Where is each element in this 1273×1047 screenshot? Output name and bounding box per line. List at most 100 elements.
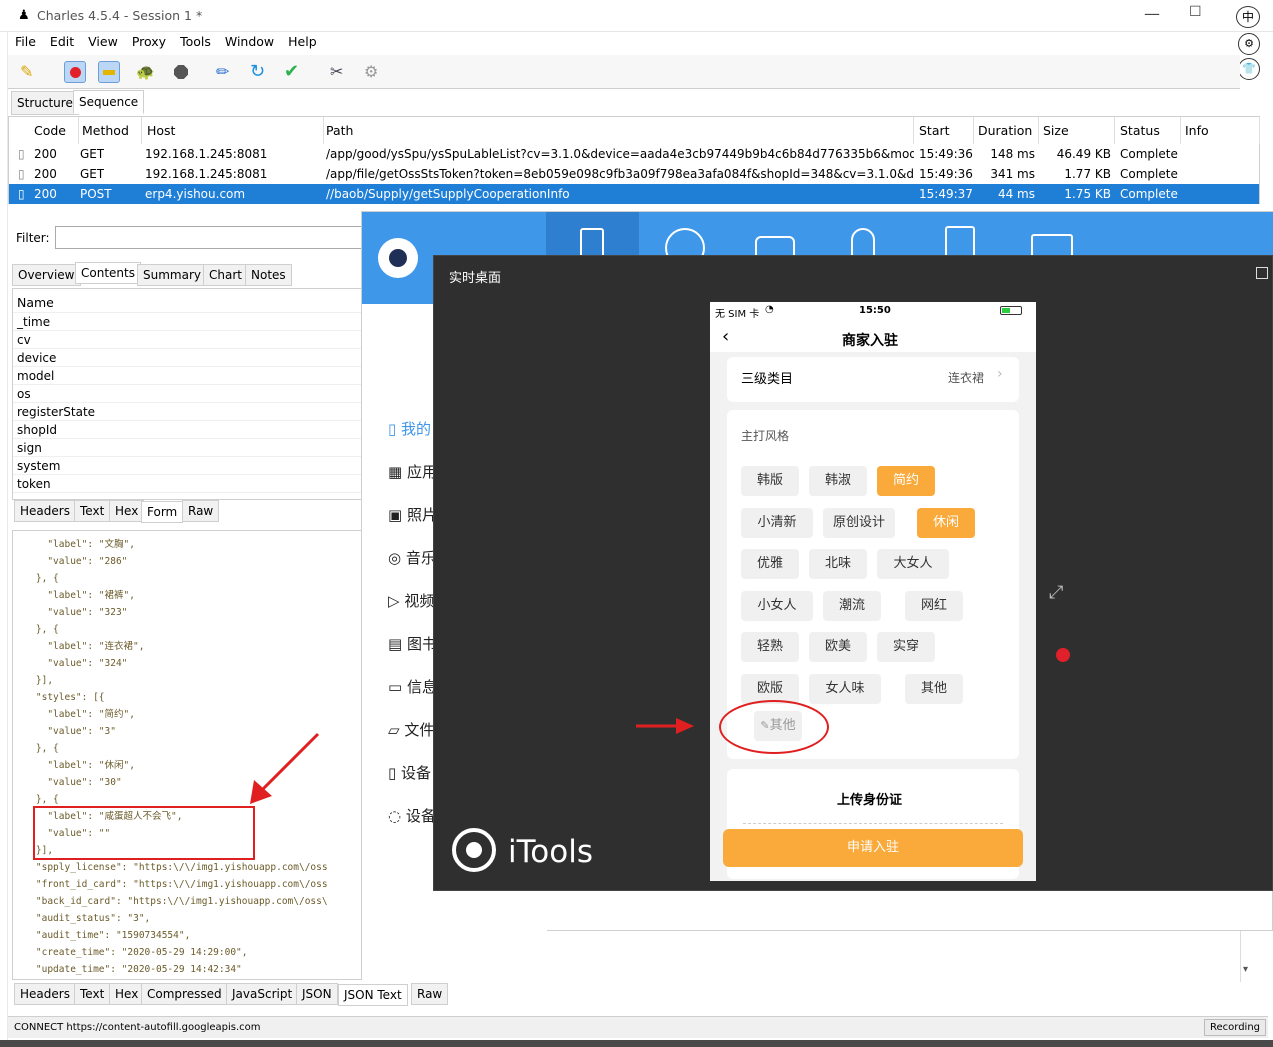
tools-icon[interactable]: ✂ <box>330 61 352 83</box>
sidebar-item-files[interactable]: ▱ 文件 <box>388 715 434 745</box>
sidebar-item-music[interactable]: ◎ 音乐 <box>388 543 436 573</box>
tab-chart[interactable]: Chart <box>203 264 248 286</box>
style-chip[interactable]: 欧美 <box>809 632 867 662</box>
list-item[interactable]: shopId <box>13 421 361 439</box>
style-chip[interactable]: 小女人 <box>741 591 813 621</box>
list-item[interactable]: _time <box>13 313 361 331</box>
tab-req-headers[interactable]: Headers <box>14 500 76 522</box>
device-icon[interactable] <box>580 228 604 258</box>
style-chip[interactable]: 小清新 <box>741 508 813 538</box>
column-header-path[interactable]: Path <box>321 117 914 144</box>
tab-req-text[interactable]: Text <box>74 500 111 522</box>
column-header-start[interactable]: Start <box>914 117 974 144</box>
menu-edit[interactable]: Edit <box>43 32 81 49</box>
tab-res-json-text[interactable]: JSON Text <box>338 984 408 1006</box>
apply-button[interactable]: 申请入驻 <box>723 829 1023 867</box>
menu-proxy[interactable]: Proxy <box>125 32 173 49</box>
list-item[interactable]: system <box>13 457 361 475</box>
tab-res-compressed[interactable]: Compressed <box>141 983 228 1005</box>
list-item[interactable]: registerState <box>13 403 361 421</box>
column-header-method[interactable]: Method <box>77 117 142 144</box>
throttle-icon[interactable] <box>98 61 120 83</box>
scroll-down-icon[interactable]: ▾ <box>1243 964 1248 975</box>
column-header-code[interactable]: Code <box>29 117 79 144</box>
record-icon[interactable] <box>64 61 86 83</box>
tab-res-text[interactable]: Text <box>74 983 111 1005</box>
style-chip[interactable]: 韩淑 <box>809 466 867 496</box>
shirt-circle-icon[interactable]: 👕 <box>1238 58 1260 80</box>
style-chip[interactable]: 其他 <box>905 674 963 704</box>
style-chip[interactable]: 女人味 <box>809 674 881 704</box>
list-item[interactable]: device <box>13 349 361 367</box>
style-chip[interactable]: 韩版 <box>741 466 799 496</box>
menu-help[interactable]: Help <box>281 32 324 49</box>
sidebar-item-mine[interactable]: ▯ 我的 <box>388 414 431 444</box>
table-row[interactable]: ▯ 200 GET 192.168.1.245:8081 /app/file/g… <box>9 164 1259 184</box>
settings-circle-icon[interactable]: ⚙ <box>1238 33 1260 55</box>
list-item[interactable]: model <box>13 367 361 385</box>
tab-structure[interactable]: Structure <box>11 91 79 115</box>
tab-res-json[interactable]: JSON <box>296 983 338 1005</box>
sidebar-item-apps[interactable]: ▦ 应用 <box>388 457 437 487</box>
category-row[interactable]: 三级类目 连衣裙 › <box>727 357 1019 402</box>
style-chip[interactable]: 轻熟 <box>741 632 799 662</box>
style-chip[interactable]: 潮流 <box>823 591 881 621</box>
tab-res-headers[interactable]: Headers <box>14 983 76 1005</box>
menu-view[interactable]: View <box>81 32 125 49</box>
style-chip[interactable]: 优雅 <box>741 549 799 579</box>
minimize-button[interactable]: — <box>1144 4 1160 23</box>
tab-res-hex[interactable]: Hex <box>109 983 145 1005</box>
tab-notes[interactable]: Notes <box>245 264 292 286</box>
stop-icon[interactable] <box>170 61 192 83</box>
list-item[interactable]: token <box>13 475 361 493</box>
table-row[interactable]: ▯ 200 GET 192.168.1.245:8081 /app/good/y… <box>9 144 1259 164</box>
column-header-host[interactable]: Host <box>142 117 324 144</box>
sidebar-item-photos[interactable]: ▣ 照片 <box>388 500 437 530</box>
sidebar-item-device-b[interactable]: ◌ 设备 <box>388 801 436 831</box>
style-chip[interactable]: 原创设计 <box>823 508 895 538</box>
scrollbar[interactable]: ▾ <box>1240 930 1254 982</box>
broom-icon[interactable]: ✎ <box>20 61 42 83</box>
tab-req-raw[interactable]: Raw <box>182 500 220 522</box>
tab-overview[interactable]: Overview <box>12 264 81 286</box>
ime-icon[interactable]: 中 <box>1236 6 1260 28</box>
sidebar-item-messages[interactable]: ▭ 信息 <box>388 672 437 702</box>
column-header-status[interactable]: Status <box>1115 117 1181 144</box>
style-chip[interactable]: 休闲 <box>917 508 975 538</box>
menu-window[interactable]: Window <box>218 32 281 49</box>
list-item[interactable]: sign <box>13 439 361 457</box>
style-chip[interactable]: 简约 <box>877 466 935 496</box>
sidebar-item-books[interactable]: ▤ 图书 <box>388 629 437 659</box>
column-header-duration[interactable]: Duration <box>973 117 1039 144</box>
turtle-icon[interactable]: 🐢 <box>136 61 158 83</box>
window-maximize-icon[interactable] <box>1256 267 1268 279</box>
menu-file[interactable]: File <box>8 32 43 49</box>
tab-summary[interactable]: Summary <box>137 264 207 286</box>
gear-icon[interactable]: ⚙ <box>364 61 386 83</box>
style-chip[interactable]: 实穿 <box>877 632 935 662</box>
style-chip[interactable]: 网红 <box>905 591 963 621</box>
expand-icon[interactable]: ⤢ <box>1049 581 1073 605</box>
tab-req-form[interactable]: Form <box>141 501 184 523</box>
tab-contents[interactable]: Contents <box>75 262 141 284</box>
record-dot-icon[interactable] <box>1056 648 1070 662</box>
sidebar-item-video[interactable]: ▷ 视频 <box>388 586 434 616</box>
refresh-icon[interactable]: ↻ <box>250 61 272 83</box>
filter-input[interactable] <box>55 226 365 249</box>
back-icon[interactable]: ‹ <box>722 326 729 347</box>
pen-icon[interactable]: ✏ <box>216 61 238 83</box>
column-header-info[interactable]: Info <box>1180 117 1260 144</box>
check-icon[interactable]: ✔ <box>284 61 306 83</box>
tab-res-javascript[interactable]: JavaScript <box>226 983 299 1005</box>
tab-req-hex[interactable]: Hex <box>109 500 145 522</box>
style-chip[interactable]: 北味 <box>809 549 867 579</box>
column-header-size[interactable]: Size <box>1038 117 1115 144</box>
maximize-button[interactable]: ☐ <box>1189 4 1202 20</box>
table-row-selected[interactable]: ▯ 200 POST erp4.yishou.com //baob/Supply… <box>9 184 1259 204</box>
menu-tools[interactable]: Tools <box>173 32 218 49</box>
sidebar-item-device-a[interactable]: ▯ 设备 <box>388 758 431 788</box>
list-item[interactable]: os <box>13 385 361 403</box>
tab-res-raw[interactable]: Raw <box>411 983 449 1005</box>
style-chip[interactable]: 大女人 <box>877 549 949 579</box>
tab-sequence[interactable]: Sequence <box>73 90 145 114</box>
